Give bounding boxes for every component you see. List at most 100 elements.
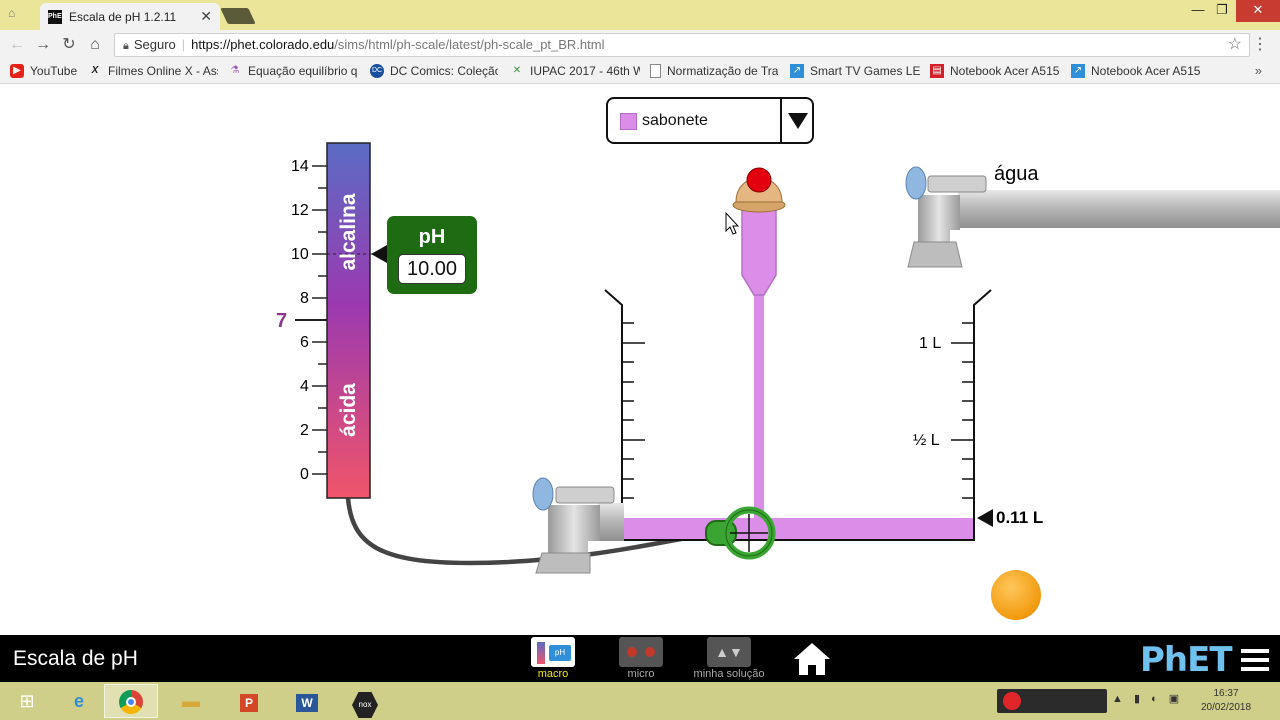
nox-icon[interactable]: nox <box>338 684 392 718</box>
ph-meter: pH 10.00 <box>387 216 477 294</box>
bookmark-filmes[interactable]: X Filmes Online X - Ass <box>88 64 218 78</box>
bookmark-label: Normatização de Tra <box>667 64 778 78</box>
new-tab-button[interactable] <box>220 8 256 24</box>
chevron-down-icon[interactable] <box>788 113 808 129</box>
simulation-canvas <box>295 142 1280 609</box>
dropper-button-icon[interactable] <box>746 167 772 193</box>
window-close-button[interactable]: ✕ <box>1236 0 1280 22</box>
solute-color-swatch <box>620 113 637 130</box>
ph-meter-value: 10.00 <box>398 254 466 284</box>
word-icon[interactable]: W <box>280 684 334 718</box>
beaker <box>604 289 992 541</box>
bookmark-dc[interactable]: DC DC Comics: Coleção c <box>370 64 498 78</box>
phet-navbar: Escala de pH pH macro micro ▲▼ minha sol… <box>0 635 1280 682</box>
phet-menu-icon[interactable] <box>1241 649 1269 671</box>
screen-micro-button[interactable]: micro <box>596 637 686 681</box>
bookmark-acer-2[interactable]: ↗ Notebook Acer A515 <box>1071 64 1201 78</box>
beaker-ticks-right <box>951 322 974 499</box>
screen-macro-button[interactable]: pH macro <box>508 637 598 681</box>
browser-tab[interactable]: PhET Escala de pH 1.2.11 ✕ <box>40 3 220 30</box>
dc-icon: DC <box>370 64 384 78</box>
bookmark-label: Notebook Acer A515 <box>950 64 1060 78</box>
bookmark-star-icon[interactable]: ☆ <box>1228 34 1242 54</box>
screen-my-solution-button[interactable]: ▲▼ minha solução <box>684 637 774 681</box>
url-host: https://phet.colorado.edu <box>191 37 335 52</box>
drain-faucet-handle[interactable] <box>555 486 615 504</box>
bookmark-equacao[interactable]: ⚗ Equação equilíbrio qu <box>228 64 358 78</box>
screen-label: micro <box>627 668 655 680</box>
simulation-area: sabonete 14 12 10 8 6 4 2 0 7 alcalina á… <box>0 85 1280 635</box>
bookmark-label: YouTube <box>30 64 78 78</box>
bookmark-label: Equação equilíbrio qu <box>248 64 358 78</box>
clock-date: 20/02/2018 <box>1200 702 1252 713</box>
phet-logo[interactable]: PhET <box>1140 640 1233 680</box>
ph-probe[interactable] <box>705 506 776 560</box>
bookmarks-overflow-button[interactable]: » <box>1255 63 1262 78</box>
bookmark-smart-tv[interactable]: ↗ Smart TV Games LED <box>790 64 920 78</box>
iupac-icon: ✕ <box>512 65 522 76</box>
window-maximize-button[interactable]: ❐ <box>1210 0 1234 22</box>
ph-tick-label: 8 <box>300 290 309 307</box>
incognito-icon: ⌂ <box>8 6 16 20</box>
address-divider: | <box>181 37 186 52</box>
ph-tick-label: 14 <box>291 158 309 175</box>
home-screen-icon[interactable] <box>792 641 832 677</box>
lock-icon: 🔒︎ <box>123 40 129 52</box>
back-arrow-icon[interactable]: ← <box>6 34 28 56</box>
store-icon: ▤ <box>930 64 944 78</box>
beaker-1l-label: 1 L <box>919 335 942 352</box>
ph-meter-title: pH <box>418 226 446 248</box>
flask-icon: ⚗ <box>230 65 240 76</box>
bookmark-label: DC Comics: Coleção c <box>390 64 498 78</box>
water-faucet-handle[interactable] <box>927 175 987 193</box>
file-explorer-icon[interactable]: ▬ <box>164 684 218 718</box>
tray-icons[interactable]: ▲ ▮ ◐ ▣ <box>1112 692 1183 705</box>
taskbar-clock[interactable]: 16:37 20/02/2018 <box>1196 687 1256 715</box>
dropper[interactable] <box>732 167 786 520</box>
tab-title: Escala de pH 1.2.11 <box>69 9 177 24</box>
ph-tick-label: 4 <box>300 378 309 395</box>
screen-recorder-bar[interactable] <box>997 689 1107 713</box>
bookmark-icon: ↗ <box>790 64 804 78</box>
phet-logo-text: PhET <box>1140 640 1233 680</box>
drain-faucet[interactable] <box>532 477 624 574</box>
browser-tab-strip: ⌂ PhET Escala de pH 1.2.11 ✕ — ❐ ✕ <box>0 0 1280 30</box>
address-bar[interactable]: 🔒︎ Seguro | https://phet.colorado.edu/sims/… <box>114 33 1250 57</box>
internet-explorer-icon[interactable]: e <box>52 684 106 718</box>
forward-arrow-icon[interactable]: → <box>32 34 54 56</box>
tab-close-icon[interactable]: ✕ <box>200 8 212 25</box>
bookmark-label: IUPAC 2017 - 46th W <box>530 64 640 78</box>
drain-faucet-spout <box>535 552 591 574</box>
water-faucet-spout <box>907 241 963 268</box>
x-icon: X <box>91 65 99 76</box>
water-faucet-body <box>918 195 960 245</box>
drain-faucet-body <box>548 505 600 555</box>
security-label: Seguro <box>133 37 176 52</box>
screen-label: macro <box>537 668 569 680</box>
bookmark-normatizacao[interactable]: Normatização de Tra <box>650 64 778 78</box>
ph-tick-label: 0 <box>300 466 309 483</box>
water-faucet-knob-icon[interactable] <box>905 166 927 200</box>
my-solution-screen-icon: ▲▼ <box>707 637 751 667</box>
bookmark-youtube[interactable]: ▶ YouTube <box>10 64 82 78</box>
windows-start-icon[interactable]: ⊞ <box>0 684 54 718</box>
bookmark-acer-1[interactable]: ▤ Notebook Acer A515 <box>930 64 1060 78</box>
dropper-tube <box>741 204 777 296</box>
youtube-icon: ▶ <box>10 64 24 78</box>
bookmark-label: Filmes Online X - Ass <box>108 64 218 78</box>
browser-menu-icon[interactable]: ⋮ <box>1252 34 1268 54</box>
drain-faucet-knob-icon[interactable] <box>532 477 554 511</box>
home-icon[interactable]: ⌂ <box>84 34 106 56</box>
water-faucet[interactable] <box>905 166 1280 268</box>
solute-dropdown[interactable]: sabonete <box>606 97 814 144</box>
bookmark-label: Smart TV Games LED <box>810 64 920 78</box>
reset-all-button[interactable] <box>991 570 1041 620</box>
record-icon[interactable] <box>1003 692 1021 710</box>
window-minimize-button[interactable]: — <box>1186 0 1210 22</box>
bookmark-label: Notebook Acer A515 <box>1091 64 1201 78</box>
powerpoint-icon[interactable]: P <box>222 684 276 718</box>
bookmark-iupac[interactable]: ✕ IUPAC 2017 - 46th W <box>510 64 640 78</box>
chrome-icon[interactable] <box>104 684 158 718</box>
reload-icon[interactable]: ↻ <box>58 34 80 56</box>
dropdown-divider <box>780 99 782 142</box>
